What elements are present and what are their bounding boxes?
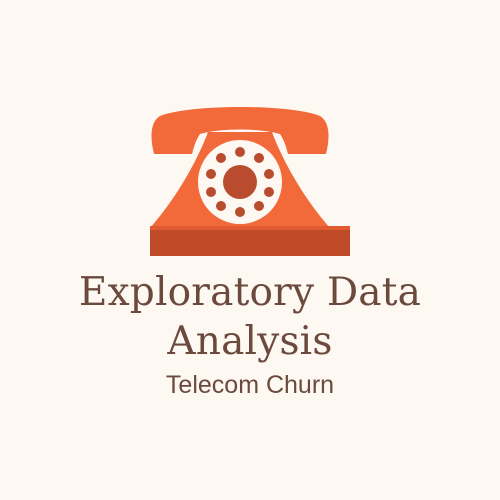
- page-subtitle: Telecom Churn: [165, 371, 335, 399]
- dial-center: [223, 165, 257, 199]
- page-title-line-1: Exploratory Data: [78, 270, 422, 315]
- phone-base-edge: [150, 226, 350, 230]
- page-title-line-2: Analysis: [167, 319, 333, 364]
- phone-base: [150, 228, 350, 256]
- rotary-phone-icon: [150, 107, 350, 256]
- poster: Exploratory Data Analysis Telecom Churn: [0, 0, 500, 500]
